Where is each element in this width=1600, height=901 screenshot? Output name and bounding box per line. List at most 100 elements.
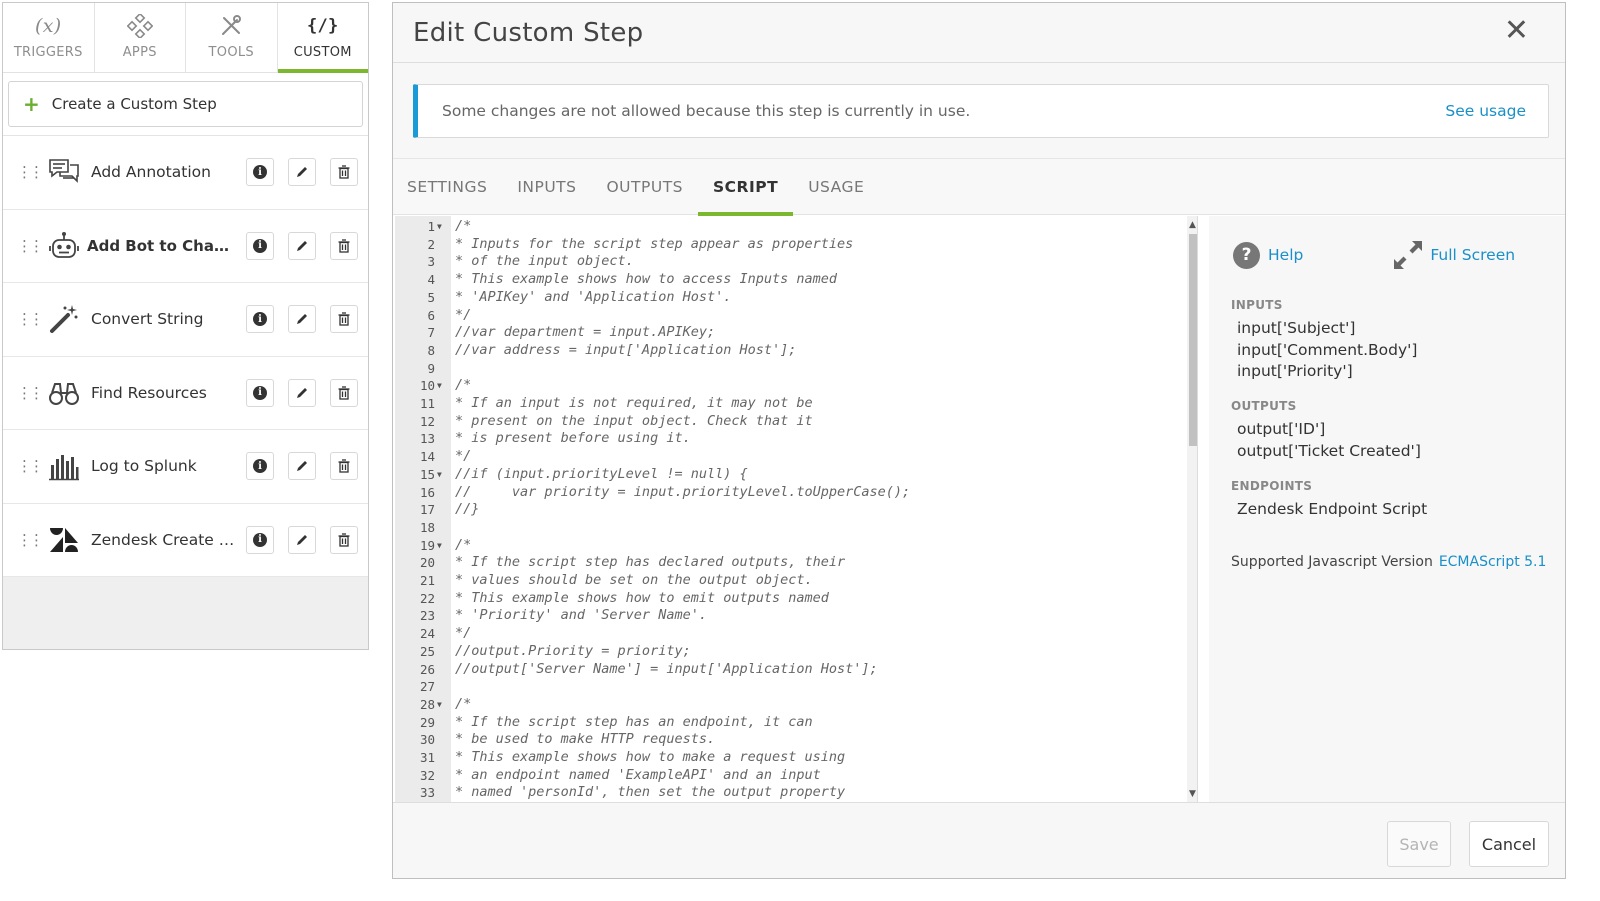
edit-button[interactable] [288, 452, 316, 481]
code-text: //var department = input.APIKey; [455, 324, 716, 341]
full-screen-icon[interactable] [1392, 239, 1424, 271]
trash-icon [338, 386, 350, 400]
dialog-body: Some changes are not allowed because thi… [393, 63, 1565, 803]
drag-handle-icon[interactable]: ⋮⋮ [15, 384, 44, 402]
script-editor[interactable]: 1 ▼/* 2 * Inputs for the script step appear… [395, 216, 1198, 803]
tab-triggers[interactable]: (x) TRIGGERS [3, 3, 95, 72]
code-line: 7 //var department = input.APIKey; [395, 324, 1195, 342]
fold-arrow-icon[interactable]: ▼ [437, 696, 442, 714]
drag-handle-icon[interactable]: ⋮⋮ [15, 237, 44, 255]
fold-arrow-icon[interactable]: ▼ [437, 466, 442, 484]
code-text: * If the script step has declared output… [455, 554, 846, 571]
line-number: 33 [419, 785, 435, 801]
tab-custom[interactable]: {/} CUSTOM [277, 3, 369, 73]
code-text: * If the script step has an endpoint, it… [455, 713, 813, 730]
list-item[interactable]: ⋮⋮ Add Bot to Chan... i [3, 210, 368, 283]
help-icon[interactable]: ? [1233, 241, 1260, 269]
code-text: * Inputs for the script step appear as p… [455, 235, 854, 252]
line-number: 25 [419, 643, 435, 659]
drag-handle-icon[interactable]: ⋮⋮ [15, 457, 44, 475]
code-text: //if (input.priorityLevel != null) { [455, 465, 748, 482]
save-button[interactable]: Save [1387, 821, 1451, 867]
full-screen-link[interactable]: Full Screen [1430, 246, 1515, 264]
info-button[interactable]: i [246, 378, 274, 407]
list-item[interactable]: ⋮⋮ Log to Splunk i [3, 430, 368, 504]
help-link[interactable]: Help [1268, 246, 1303, 264]
code-line: 4 * This example shows how to access Inpu… [395, 271, 1195, 289]
info-icon: i [253, 165, 267, 180]
list-item[interactable]: ⋮⋮ Zendesk Create T... i [3, 504, 368, 577]
info-button[interactable]: i [246, 305, 274, 334]
list-item[interactable]: ⋮⋮ Find Resources i [3, 357, 368, 430]
line-number: 21 [419, 573, 435, 588]
info-button[interactable]: i [246, 231, 274, 260]
fold-arrow-icon[interactable]: ▼ [437, 537, 442, 555]
js-version-link[interactable]: ECMAScript 5.1 [1439, 554, 1547, 570]
scroll-down-arrow-icon[interactable]: ▼ [1189, 789, 1196, 799]
edit-button[interactable] [288, 305, 316, 334]
code-line: 21 * values should be set on the output o… [395, 572, 1195, 590]
tab-settings[interactable]: SETTINGS [407, 159, 502, 215]
code-line: 19 ▼ /* [395, 537, 1195, 555]
code-text: /* [455, 695, 472, 712]
info-button[interactable]: i [246, 158, 274, 187]
list-item[interactable]: ⋮⋮ Add Annotation i [3, 136, 368, 210]
delete-button[interactable] [330, 452, 358, 481]
see-usage-link[interactable]: See usage [1445, 102, 1526, 120]
edit-button[interactable] [288, 231, 316, 260]
edit-button[interactable] [288, 158, 316, 187]
trash-icon [338, 239, 350, 253]
drag-handle-icon[interactable]: ⋮⋮ [15, 310, 44, 328]
palette-tabs: (x) TRIGGERS APPS TOOLS {/} CUSTOM [3, 3, 368, 73]
delete-button[interactable] [330, 231, 358, 260]
code-line: 14 */ [395, 448, 1195, 466]
scroll-thumb[interactable] [1189, 234, 1197, 446]
delete-button[interactable] [330, 378, 358, 407]
tab-label: TRIGGERS [13, 45, 83, 60]
drag-handle-icon[interactable]: ⋮⋮ [15, 163, 44, 181]
splunk-icon [45, 447, 83, 485]
fold-arrow-icon[interactable]: ▼ [437, 218, 442, 236]
line-number: 12 [419, 413, 435, 429]
tab-inputs[interactable]: INPUTS [502, 159, 591, 215]
cancel-button[interactable]: Cancel [1469, 821, 1549, 867]
code-line: 12 * present on the input object. Check t… [395, 413, 1195, 431]
line-number: 10 [419, 378, 435, 394]
edit-button[interactable] [288, 378, 316, 407]
line-number: 23 [419, 608, 435, 624]
create-custom-step-button[interactable]: + Create a Custom Step [8, 81, 363, 127]
tab-script[interactable]: SCRIPT [698, 159, 794, 216]
tab-usage[interactable]: USAGE [793, 159, 879, 215]
input-item: input['Comment.Body'] [1237, 340, 1418, 359]
step-label: Zendesk Create T... [91, 530, 236, 549]
code-line: 30 * be used to make HTTP requests. [395, 731, 1195, 749]
tab-label: APPS [122, 45, 157, 60]
js-version-label: Supported Javascript Version [1231, 554, 1433, 571]
close-icon[interactable]: ✕ [1504, 16, 1529, 46]
edit-button[interactable] [288, 525, 316, 554]
info-button[interactable]: i [246, 452, 274, 481]
delete-button[interactable] [330, 525, 358, 554]
tab-tools[interactable]: TOOLS [186, 3, 278, 72]
list-item[interactable]: ⋮⋮ Convert String i [3, 283, 368, 357]
pencil-icon [297, 534, 307, 545]
js-version-row: Supported Javascript Version ECMAScript 5… [1231, 554, 1565, 570]
code-text: * This example shows how to make a reque… [455, 749, 846, 765]
code-text: */ [455, 306, 472, 323]
pencil-icon [297, 314, 307, 325]
line-number: 16 [419, 484, 435, 500]
binoculars-icon [45, 374, 83, 412]
editor-scrollbar[interactable]: ▲ ▼ [1187, 216, 1197, 803]
tab-outputs[interactable]: OUTPUTS [591, 159, 698, 215]
delete-button[interactable] [330, 305, 358, 334]
info-button[interactable]: i [246, 525, 274, 554]
scroll-up-arrow-icon[interactable]: ▲ [1189, 220, 1196, 230]
fold-arrow-icon[interactable]: ▼ [437, 377, 442, 395]
drag-handle-icon[interactable]: ⋮⋮ [15, 531, 44, 549]
delete-button[interactable] [330, 158, 358, 187]
code-text: * This example shows how to emit outputs… [455, 589, 829, 606]
code-line: 13 * is present before using it. [395, 430, 1195, 448]
trash-icon [338, 165, 350, 179]
tab-apps[interactable]: APPS [95, 3, 186, 72]
line-number: 30 [419, 732, 435, 748]
